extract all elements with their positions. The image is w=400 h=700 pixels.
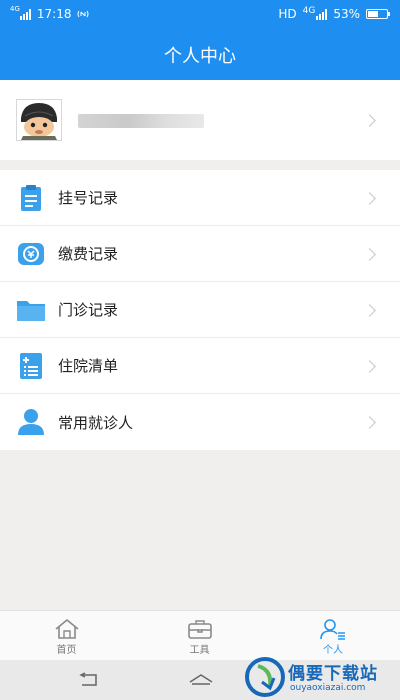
home-nav-icon[interactable] xyxy=(188,672,214,688)
tab-home[interactable]: 首页 xyxy=(0,611,133,661)
user-name-obscured xyxy=(78,114,204,128)
user-icon xyxy=(320,619,345,640)
chevron-right-icon xyxy=(363,248,376,261)
menu-item-label: 常用就诊人 xyxy=(58,413,134,432)
wallet-icon xyxy=(18,243,44,265)
battery-icon xyxy=(366,9,390,19)
menu-item-outpatient-records[interactable]: 门诊记录 xyxy=(0,282,400,338)
menu-item-frequent-patients[interactable]: 常用就诊人 xyxy=(0,394,400,450)
signal-icon xyxy=(19,8,31,20)
hd-label: HD xyxy=(278,7,297,21)
clipboard-icon xyxy=(21,185,41,211)
tab-label: 个人 xyxy=(323,645,343,656)
menu-item-registration-records[interactable]: 挂号记录 xyxy=(0,170,400,226)
person-icon xyxy=(18,409,44,435)
menu-item-label: 缴费记录 xyxy=(58,245,119,263)
menu-list: 挂号记录 缴费记录 门诊记录 住院清单 常用就诊人 xyxy=(0,170,400,450)
bottom-tab-bar: 首页 工具 个人 xyxy=(0,610,400,660)
chevron-right-icon xyxy=(363,192,376,205)
toolbox-icon xyxy=(187,620,212,639)
chevron-right-icon xyxy=(363,360,376,373)
page-title: 个人中心 xyxy=(164,46,236,67)
menu-item-label: 住院清单 xyxy=(58,357,119,375)
chevron-right-icon xyxy=(363,304,376,317)
network-type-right: 4G xyxy=(302,6,316,16)
tab-label: 首页 xyxy=(56,645,77,656)
watermark-subtitle: ouyaoxiazai.com xyxy=(290,683,366,693)
battery-percent: 53% xyxy=(333,7,360,21)
menu-item-label: 门诊记录 xyxy=(58,301,119,319)
chevron-right-icon xyxy=(363,114,376,127)
avatar[interactable] xyxy=(16,99,62,141)
nfc-icon xyxy=(77,10,89,18)
menu-item-label: 挂号记录 xyxy=(58,189,119,207)
status-time: 17:18 xyxy=(36,7,72,21)
cartoon-face-icon xyxy=(17,100,61,140)
back-icon[interactable] xyxy=(78,672,100,688)
tab-tools[interactable]: 工具 xyxy=(133,611,266,661)
signal-icon-right xyxy=(316,8,328,20)
folder-icon xyxy=(17,301,45,321)
menu-item-payment-records[interactable]: 缴费记录 xyxy=(0,226,400,282)
list-icon xyxy=(20,353,42,379)
network-type-left: 4G xyxy=(10,5,20,13)
home-icon xyxy=(54,618,79,639)
header-bar: 个人中心 xyxy=(0,30,400,80)
chevron-right-icon xyxy=(363,416,376,429)
status-bar: 4G 17:18 HD 4G 53% xyxy=(0,0,400,30)
menu-item-inpatient-list[interactable]: 住院清单 xyxy=(0,338,400,394)
tab-label: 工具 xyxy=(189,645,210,656)
watermark-title: 偶要下载站 xyxy=(288,664,378,684)
watermark-logo-icon xyxy=(245,657,285,697)
tab-profile[interactable]: 个人 xyxy=(266,611,400,661)
watermark: 偶要下载站 ouyaoxiazai.com xyxy=(244,655,394,699)
